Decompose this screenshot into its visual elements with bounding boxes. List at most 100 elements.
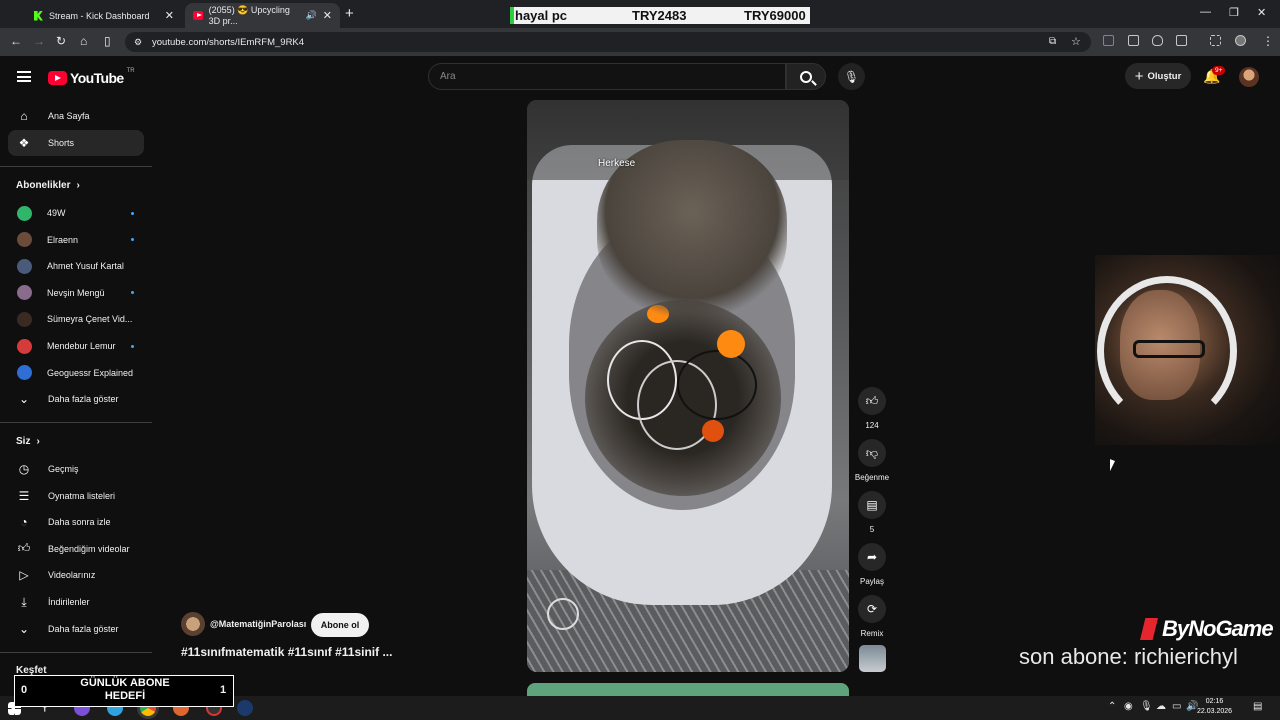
sidebar-item-downloads[interactable]: ⤓ İndirilenler [8, 589, 144, 615]
sidebar-item-your-videos[interactable]: ▷ Videolarınız [8, 562, 144, 588]
sidebar-subscription[interactable]: Geoguessr Explained [8, 360, 144, 386]
steam-icon[interactable] [237, 700, 253, 716]
downloads-icon: ⤓ [21, 594, 27, 609]
tray-app-icon[interactable]: ◉ [1124, 701, 1133, 712]
show-more-subscriptions[interactable]: ⌄ Daha fazla göster [8, 386, 144, 412]
short-hashtags[interactable]: #11sınıfmatematik #11sınıf #11sinif ... [181, 645, 392, 659]
sidebar-item-label: Sümeyra Çenet Vid... [47, 314, 133, 325]
cloud-icon[interactable]: ☁ [1156, 701, 1166, 712]
goal-title: GÜNLÜK ABONE HEDEFİ [80, 677, 170, 702]
sidebar-item-liked[interactable]: 👍︎ Beğendiğim videolar [8, 536, 144, 562]
sidebar-subscription[interactable]: Mendebur Lemur [8, 333, 144, 359]
sidebar-item-label: Mendebur Lemur [47, 341, 116, 351]
bynogame-logo-icon [1140, 618, 1158, 640]
home-button[interactable]: ⌂ [80, 34, 87, 48]
notification-center-icon[interactable]: ▤ [1253, 701, 1262, 712]
extension-icon[interactable] [1103, 35, 1114, 46]
remix-icon[interactable]: ⟳ [858, 595, 886, 623]
channel-name[interactable]: @MatematiğinParolası [210, 619, 306, 629]
short-video-player[interactable]: Herkese [527, 100, 849, 672]
show-more-label: Daha fazla göster [48, 624, 119, 634]
share-action[interactable]: ➦ Paylaş [858, 543, 886, 586]
profile-icon[interactable] [1235, 35, 1246, 46]
playlists-icon: ☰ [18, 488, 30, 503]
sound-thumbnail[interactable] [859, 645, 886, 672]
search-input[interactable]: Ara [428, 63, 786, 90]
sidebar-divider [0, 166, 152, 167]
account-avatar[interactable] [1239, 67, 1259, 87]
channel-avatar [17, 285, 32, 301]
close-icon[interactable]: ✕ [323, 9, 332, 22]
url-text[interactable]: youtube.com/shorts/IEmRFM_9RK4 [152, 37, 304, 48]
thumbs-down-icon[interactable]: 👎︎ [858, 439, 886, 467]
reload-button[interactable]: ↻ [56, 34, 66, 48]
sidebar-subscription[interactable]: Nevşin Mengü [8, 280, 144, 306]
channel-avatar[interactable] [181, 612, 205, 636]
menu-kebab-icon[interactable]: ⋮ [1262, 34, 1274, 48]
live-dot-icon [131, 238, 134, 242]
shield-icon[interactable] [1152, 35, 1163, 46]
sidebar-item-home[interactable]: ⌂ Ana Sayfa [8, 103, 144, 129]
sidebar-item-playlists[interactable]: ☰ Oynatma listeleri [8, 483, 144, 509]
youtube-logo[interactable]: YouTube TR [48, 68, 135, 86]
sidebar-item-watch-later[interactable]: ◔ Daha sonra izle [8, 509, 144, 535]
dislike-action[interactable]: 👎︎ Beğenme [855, 439, 889, 482]
clock-date: 22.03.2026 [1197, 708, 1233, 715]
tab-kick-dashboard[interactable]: Stream - Kick Dashboard ✕ [26, 3, 182, 28]
channel-avatar [17, 365, 32, 381]
sidebar-item-history[interactable]: ◷ Geçmiş [8, 456, 144, 482]
voice-search-button[interactable]: 🎙 [838, 63, 865, 90]
forward-button[interactable]: → [33, 34, 45, 48]
comments-action[interactable]: ▤ 5 [858, 491, 886, 534]
comment-count: 5 [869, 525, 875, 534]
close-icon[interactable]: ✕ [165, 9, 174, 22]
system-clock[interactable]: 02:16 22.03.2026 [1197, 697, 1232, 717]
sidebar-subscription[interactable]: Elraenn [8, 227, 144, 253]
sidebar-item-label: Beğendiğim videolar [48, 543, 130, 554]
new-tab-button[interactable]: + [345, 5, 354, 22]
remix-action[interactable]: ⟳ Remix [858, 595, 886, 638]
glasses-shape [1133, 340, 1205, 358]
share-icon[interactable]: ➦ [858, 543, 886, 571]
sidebar-item-label: Geoguessr Explained [47, 367, 134, 378]
create-label: Oluştur [1147, 70, 1182, 82]
like-action[interactable]: 👍︎ 124 [858, 387, 886, 430]
tab-youtube-short[interactable]: (2055) 😎 Upcycling 3D pr... 🔊 ✕ [185, 3, 340, 28]
hamburger-menu-icon[interactable] [17, 71, 31, 82]
bookmark-star-icon[interactable]: ☆ [1071, 35, 1081, 48]
you-title: Siz [16, 436, 31, 447]
minimize-button[interactable]: — [1200, 6, 1211, 18]
search-button[interactable] [786, 63, 826, 90]
you-heading[interactable]: Siz › [16, 436, 40, 447]
extension-icon[interactable] [1128, 35, 1139, 46]
install-app-icon[interactable]: ⧉ [1049, 36, 1056, 47]
plus-icon: + [1134, 67, 1144, 85]
comment-icon[interactable]: ▤ [858, 491, 886, 519]
kick-icon [34, 10, 43, 21]
site-info-icon[interactable]: ⚙ [134, 37, 142, 48]
restore-button[interactable]: ❐ [1229, 6, 1239, 19]
puzzle-icon[interactable] [1176, 35, 1187, 46]
subscriptions-heading[interactable]: Abonelikler › [16, 180, 80, 191]
subscribe-button[interactable]: Abone ol [311, 613, 369, 637]
thumbs-up-icon[interactable]: 👍︎ [858, 387, 886, 415]
media-icon[interactable] [1210, 35, 1221, 46]
chevron-down-icon: ⌄ [18, 392, 30, 406]
back-button[interactable]: ← [10, 34, 22, 48]
sidebar-subscription[interactable]: 49W [8, 200, 144, 226]
show-more-you[interactable]: ⌄ Daha fazla göster [8, 616, 144, 642]
speaker-icon[interactable]: 🔊 [306, 10, 317, 21]
sidebar-subscription[interactable]: Ahmet Yusuf Kartal [8, 253, 144, 279]
split-view-icon[interactable]: ▯ [104, 34, 111, 48]
sidebar-item-label: Elraenn [47, 234, 79, 245]
tray-chevron-icon[interactable]: ⌃ [1108, 701, 1116, 712]
create-button[interactable]: + Oluştur [1125, 63, 1191, 89]
live-dot-icon [131, 291, 134, 295]
show-more-label: Daha fazla göster [48, 394, 119, 404]
microphone-icon[interactable]: 🎙 [1140, 701, 1153, 712]
sidebar-item-shorts[interactable]: ❖ Shorts [8, 130, 144, 156]
window-close-button[interactable]: ✕ [1257, 6, 1266, 19]
network-icon[interactable]: ▭ [1172, 701, 1181, 712]
subscriptions-title: Abonelikler [16, 180, 71, 191]
sidebar-subscription[interactable]: Sümeyra Çenet Vid... [8, 306, 144, 332]
